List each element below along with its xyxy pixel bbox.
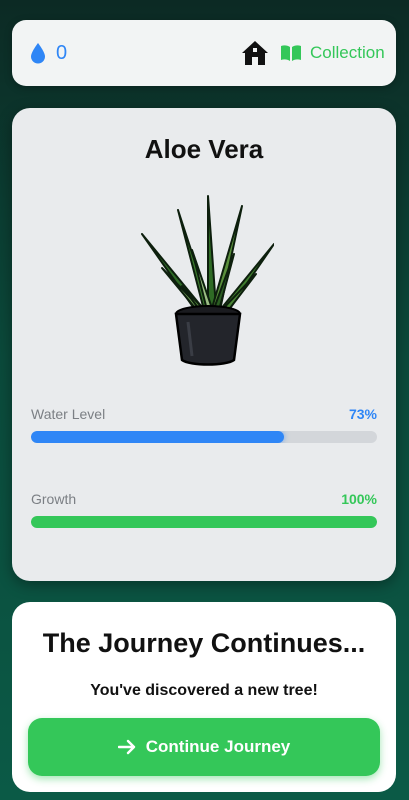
- arrow-right-icon: [117, 739, 135, 755]
- journey-title: The Journey Continues...: [42, 628, 366, 658]
- growth-bar: [31, 516, 377, 528]
- collection-label: Collection: [310, 43, 385, 62]
- journey-subtitle: You've discovered a new tree!: [90, 682, 318, 699]
- water-level-label: Water Level: [31, 406, 106, 422]
- growth-label: Growth: [31, 491, 77, 507]
- water-level-bar: [31, 431, 377, 443]
- book-icon: [281, 45, 301, 61]
- continue-journey-label: Continue Journey: [145, 737, 291, 756]
- water-drops-count: 0: [56, 41, 68, 64]
- home-button[interactable]: [240, 38, 270, 68]
- growth-fill: [31, 516, 377, 528]
- water-drops-counter: 0: [30, 40, 67, 66]
- top-bar: 0 Collection: [12, 20, 396, 86]
- growth-value: 100%: [341, 491, 377, 507]
- water-drop-icon: [31, 43, 45, 64]
- plant-card: Aloe Vera Water Level 73% Growth 100%: [12, 108, 396, 581]
- journey-card: The Journey Continues... You've discover…: [12, 602, 396, 792]
- collection-button[interactable]: Collection: [280, 38, 385, 68]
- water-level-value: 73%: [348, 406, 377, 422]
- house-icon: [242, 41, 268, 65]
- water-level-fill: [31, 431, 284, 443]
- aloe-vera-plant-illustration: [141, 195, 274, 366]
- plant-name: Aloe Vera: [144, 134, 264, 164]
- continue-journey-button[interactable]: Continue Journey: [28, 718, 380, 776]
